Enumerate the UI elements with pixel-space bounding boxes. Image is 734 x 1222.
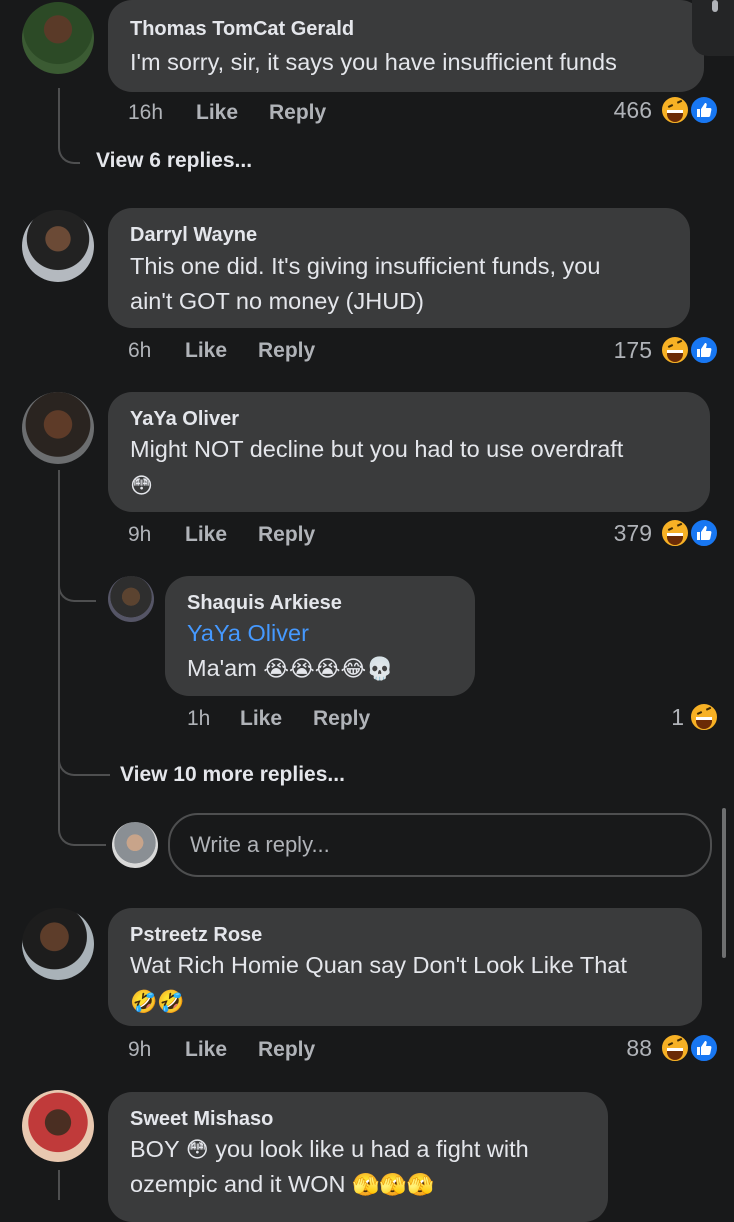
comment-author[interactable]: YaYa Oliver	[130, 408, 239, 431]
comment-text-part: BOY	[130, 1136, 180, 1162]
reaction-count[interactable]: 1	[671, 704, 684, 731]
reply-button[interactable]: Reply	[258, 339, 315, 363]
comment-time[interactable]: 9h	[128, 1038, 151, 1062]
reaction-count[interactable]: 175	[614, 337, 652, 364]
comment-text: I'm sorry, sir, it says you have insuffi…	[130, 49, 617, 75]
reply-button[interactable]: Reply	[258, 523, 315, 547]
comment-author[interactable]: Thomas TomCat Gerald	[130, 18, 354, 41]
reply-time[interactable]: 1h	[187, 707, 210, 731]
haha-reaction-icon	[660, 1033, 690, 1063]
thread-line-branch	[58, 580, 96, 602]
comment-time[interactable]: 6h	[128, 339, 151, 363]
avatar[interactable]	[22, 908, 94, 980]
comment-text-part: ozempic and it WON	[130, 1171, 346, 1197]
haha-reaction-icon	[660, 335, 690, 365]
comment-bubble: Pstreetz Rose Wat Rich Homie Quan say Do…	[108, 908, 702, 1026]
reaction-count[interactable]: 379	[614, 520, 652, 547]
reply-bubble: Shaquis Arkiese YaYa Oliver Ma'am 😭😭😭😂💀	[165, 576, 475, 696]
reply-author[interactable]: Shaquis Arkiese	[187, 592, 342, 615]
thread-line	[58, 88, 80, 164]
haha-reaction-icon	[689, 702, 719, 732]
view-replies-link[interactable]: View 6 replies...	[96, 149, 252, 173]
comment-time[interactable]: 16h	[128, 101, 163, 125]
like-button[interactable]: Like	[196, 101, 238, 125]
peeking-emoji-icon: 🫣	[352, 1172, 380, 1198]
more-options-icon[interactable]	[712, 0, 718, 12]
flushed-emoji-icon: 😳	[130, 473, 153, 499]
scrollbar[interactable]	[722, 808, 726, 958]
thread-line-branch	[58, 820, 106, 846]
reaction-count[interactable]: 88	[626, 1035, 652, 1062]
skull-emoji-icon: 💀	[366, 656, 394, 682]
like-button[interactable]: Like	[185, 523, 227, 547]
haha-reaction-icon	[660, 518, 690, 548]
thread-line	[58, 1170, 60, 1200]
like-reaction-icon	[689, 335, 719, 365]
sob-emoji-icon: 😭	[289, 656, 315, 682]
rofl-emoji-icon: 🤣	[157, 989, 185, 1015]
comment-emoji-line: 😳	[130, 468, 153, 502]
comment-text: Might NOT decline but you had to use ove…	[130, 436, 624, 462]
avatar[interactable]	[22, 392, 94, 464]
avatar[interactable]	[22, 2, 94, 74]
write-reply-input[interactable]	[168, 813, 712, 877]
reply-text-line: Ma'am 😭😭😭😂💀	[187, 651, 394, 685]
comment-text-line: ain't GOT no money (JHUD)	[130, 288, 424, 314]
like-reaction-icon	[689, 1033, 719, 1063]
peeking-emoji-icon: 🫣	[379, 1172, 407, 1198]
reaction-count[interactable]: 466	[614, 97, 652, 124]
comment-time[interactable]: 9h	[128, 523, 151, 547]
avatar[interactable]	[22, 210, 94, 282]
rofl-emoji-icon: 🤣	[130, 989, 158, 1015]
comment-author[interactable]: Darryl Wayne	[130, 224, 257, 247]
flushed-emoji-icon: 😳	[185, 1137, 209, 1163]
reply-button[interactable]: Reply	[269, 101, 326, 125]
like-button[interactable]: Like	[240, 707, 282, 731]
like-reaction-icon	[689, 95, 719, 125]
sob-emoji-icon: 😭	[314, 656, 341, 682]
view-more-replies-link[interactable]: View 10 more replies...	[120, 763, 345, 787]
comment-emoji-line: 🤣🤣	[130, 984, 185, 1018]
reply-text: Ma'am	[187, 655, 257, 681]
reply-button[interactable]: Reply	[258, 1038, 315, 1062]
reply-mention-link[interactable]: YaYa Oliver	[187, 616, 309, 650]
reply-button[interactable]: Reply	[313, 707, 370, 731]
like-button[interactable]: Like	[185, 1038, 227, 1062]
comment-text-line: ozempic and it WON 🫣🫣🫣	[130, 1167, 434, 1201]
comment-author[interactable]: Pstreetz Rose	[130, 924, 262, 947]
thread-line	[58, 470, 60, 830]
current-user-avatar	[112, 822, 158, 868]
sob-emoji-icon: 😭	[263, 656, 290, 682]
like-reaction-icon	[689, 518, 719, 548]
comment-bubble: Darryl Wayne This one did. It's giving i…	[108, 208, 690, 328]
comment-bubble: Sweet Mishaso BOY 😳 you look like u had …	[108, 1092, 608, 1222]
more-options-panel[interactable]	[692, 0, 734, 56]
comment-bubble: YaYa Oliver Might NOT decline but you ha…	[108, 392, 710, 512]
comment-text: Wat Rich Homie Quan say Don't Look Like …	[130, 952, 627, 978]
like-button[interactable]: Like	[185, 339, 227, 363]
haha-reaction-icon	[660, 95, 690, 125]
comment-text-line: This one did. It's giving insufficient f…	[130, 253, 601, 279]
comment-text-part: you look like u had a fight with	[215, 1136, 529, 1162]
thread-line-branch	[58, 750, 110, 776]
avatar[interactable]	[108, 576, 154, 622]
joy-emoji-icon: 😂	[340, 656, 367, 682]
comment-text-line: BOY 😳 you look like u had a fight with	[130, 1132, 529, 1166]
comment-author[interactable]: Sweet Mishaso	[130, 1108, 273, 1131]
avatar[interactable]	[22, 1090, 94, 1162]
comment-bubble: Thomas TomCat Gerald I'm sorry, sir, it …	[108, 0, 704, 92]
peeking-emoji-icon: 🫣	[406, 1172, 435, 1198]
